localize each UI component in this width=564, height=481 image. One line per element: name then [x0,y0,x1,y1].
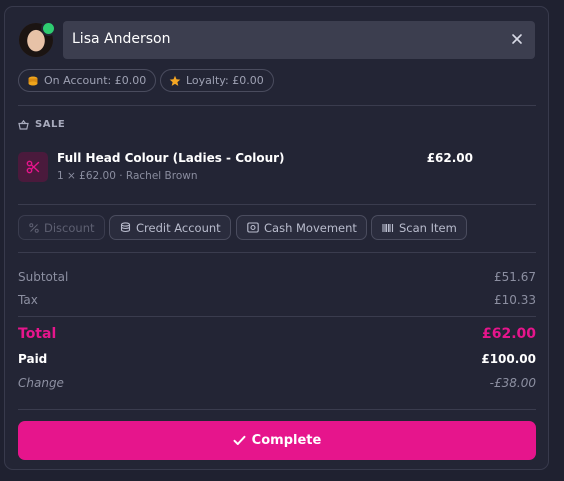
customer-avatar[interactable] [19,21,56,57]
close-icon[interactable] [510,32,524,46]
discount-label: Discount [44,220,95,235]
divider [18,105,536,106]
basket-icon [18,119,29,130]
subtotal-row: Subtotal £51.67 [18,270,536,284]
cash-movement-label: Cash Movement [264,220,357,235]
complete-button-label: Complete [251,433,322,448]
customer-name: Lisa Anderson [72,31,171,47]
loyalty-label: Loyalty: £0.00 [186,74,264,87]
coins-icon [120,222,131,233]
scissors-icon [18,152,48,182]
checkout-panel: Lisa Anderson On Account: £0.00 Loyalty:… [4,6,549,470]
discount-button[interactable]: Discount [18,215,105,240]
check-icon [233,435,246,445]
total-label: Total [18,326,57,342]
divider [18,409,536,410]
scan-item-label: Scan Item [399,220,457,235]
cash-movement-button[interactable]: Cash Movement [236,215,367,240]
paid-label: Paid [18,352,48,366]
cash-register-icon [247,222,259,233]
coins-icon [28,76,38,85]
change-row: Change -£38.00 [18,376,536,390]
sale-item-price: £62.00 [426,151,473,165]
paid-row: Paid £100.00 [18,352,536,366]
loyalty-badge[interactable]: Loyalty: £0.00 [160,69,274,92]
credit-account-button[interactable]: Credit Account [109,215,231,240]
sale-item-title[interactable]: Full Head Colour (Ladies - Colour) [57,151,285,165]
total-value: £62.00 [481,326,536,342]
sale-item-detail: 1 × £62.00 · Rachel Brown [57,170,198,182]
customer-name-field[interactable]: Lisa Anderson [63,21,535,59]
total-row: Total £62.00 [18,326,536,342]
tax-value: £10.33 [494,293,536,307]
scan-item-button[interactable]: Scan Item [371,215,467,240]
subtotal-label: Subtotal [18,270,69,284]
sale-section-title: SALE [35,119,66,130]
on-account-label: On Account: £0.00 [44,74,147,87]
online-status-indicator [41,21,56,36]
divider [18,252,536,253]
change-value: -£38.00 [489,376,536,390]
tax-label: Tax [18,293,38,307]
barcode-icon [382,223,394,232]
tax-row: Tax £10.33 [18,293,536,307]
star-icon [169,75,181,86]
sale-section-header: SALE [18,119,65,130]
percent-icon [29,222,39,233]
paid-value: £100.00 [481,352,536,366]
credit-account-label: Credit Account [136,220,221,235]
divider [18,316,536,317]
subtotal-value: £51.67 [494,270,536,284]
divider [18,204,536,205]
complete-button[interactable]: Complete [18,421,536,460]
on-account-badge[interactable]: On Account: £0.00 [18,69,157,92]
change-label: Change [18,376,64,390]
